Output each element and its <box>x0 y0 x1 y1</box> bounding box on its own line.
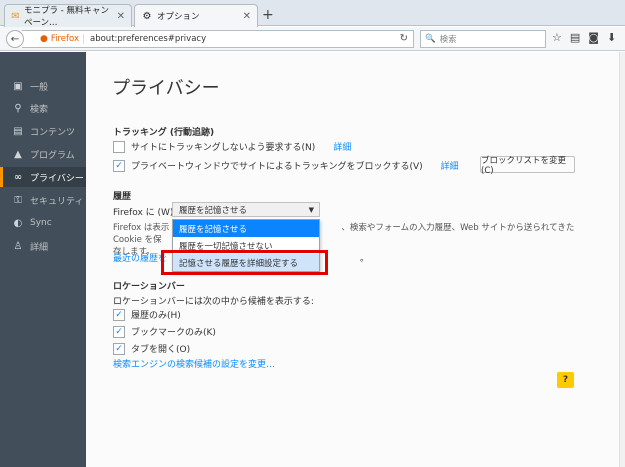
url-text: about:preferences#privacy <box>90 34 207 44</box>
history-option-row: ✓ 履歴のみ(H) <box>113 308 181 321</box>
dnt-row: サイトにトラッキングしないよう要求する(N) 詳細 <box>113 140 351 153</box>
history-option-label[interactable]: 履歴のみ(H) <box>131 308 181 321</box>
search-icon: 🔍 <box>425 34 436 44</box>
sidebar-item-general[interactable]: ▣ 一般 <box>0 76 86 96</box>
bookmarks-option-row: ✓ ブックマークのみ(K) <box>113 325 216 338</box>
sidebar-item-label: プログラム <box>30 150 75 161</box>
search-placeholder: 検索 <box>439 35 457 45</box>
location-bar-heading: ロケーションバー <box>113 282 185 292</box>
tab-monipla[interactable]: ✉ モニプラ - 無料キャンペーン… ✕ <box>4 4 132 28</box>
history-desc-left: Firefox は表示 <box>113 223 170 233</box>
sidebar-item-applications[interactable]: ▲ プログラム <box>0 144 86 164</box>
sync-icon: ◐ <box>13 217 23 229</box>
change-blocklist-button[interactable]: ブロックリストを変更(C) <box>480 156 575 176</box>
open-tabs-option-row: ✓ タブを開く(O) <box>113 342 190 355</box>
reload-icon[interactable]: ↻ <box>400 33 408 44</box>
sidebar-item-label: コンテンツ <box>30 127 76 138</box>
navigation-bar: ● Firefox about:preferences#privacy ↻ ← … <box>0 27 625 51</box>
sidebar-item-label: 検索 <box>30 104 49 115</box>
help-button[interactable]: ? <box>557 372 574 388</box>
open-tabs-checkbox[interactable]: ✓ <box>113 342 125 355</box>
history-heading: 履歴 <box>113 192 132 202</box>
close-icon[interactable]: ✕ <box>243 11 251 22</box>
back-button[interactable]: ← <box>6 30 24 48</box>
bookmark-star-icon[interactable]: ☆ <box>552 31 562 44</box>
dropdown-option-remember[interactable]: 履歴を記憶させる <box>173 220 319 237</box>
sidebar-item-advanced[interactable]: ♙ 詳細 <box>0 236 86 256</box>
pocket-icon[interactable]: ◙ <box>588 31 599 44</box>
preferences-sidebar: ▣ 一般 ⚲ 検索 ▤ コンテンツ ▲ プログラム ∞ プライバシー ⚿ セキュ… <box>0 52 86 467</box>
scrollbar[interactable] <box>619 52 625 467</box>
bookmarks-option-label[interactable]: ブックマークのみ(K) <box>131 325 216 338</box>
tab-title: モニプラ - 無料キャンペーン… <box>23 6 109 28</box>
tab-strip: ✉ モニプラ - 無料キャンペーン… ✕ ⚙ オプション ✕ + <box>0 0 625 28</box>
security-lock-icon: ⚿ <box>14 194 22 206</box>
location-bar-intro: ロケーションバーには次の中から候補を表示する: <box>113 297 314 307</box>
applications-icon: ▲ <box>14 148 22 160</box>
checkmark-icon: ✓ <box>115 343 123 354</box>
tracking-protection-more-link[interactable]: 詳細 <box>441 159 459 172</box>
identity-box[interactable]: ● Firefox <box>40 34 84 44</box>
privacy-mask-icon: ∞ <box>13 171 23 183</box>
tracking-protection-row: ✓ プライベートウィンドウでサイトによるトラッキングをブロックする(V) 詳細 <box>113 159 459 172</box>
gear-icon: ⚙ <box>142 10 152 22</box>
highlight-box <box>161 250 328 275</box>
chevron-down-icon: ▼ <box>308 205 314 214</box>
clear-history-tail: 。 <box>360 254 370 264</box>
dnt-more-link[interactable]: 詳細 <box>333 140 351 153</box>
tracking-protection-label[interactable]: プライベートウィンドウでサイトによるトラッキングをブロックする(V) <box>131 159 423 172</box>
search-bar[interactable]: 🔍 検索 <box>420 30 546 48</box>
advanced-icon: ♙ <box>13 240 23 252</box>
search-icon: ⚲ <box>14 102 22 114</box>
sidebar-item-label: 詳細 <box>30 242 49 253</box>
clear-recent-history-link[interactable]: 最近の履歴を <box>113 251 167 264</box>
dnt-label[interactable]: サイトにトラッキングしないよう要求する(N) <box>131 140 315 153</box>
toolbar-icons: ☆ ▤ ◙ ⬇ ≡ <box>552 31 625 44</box>
new-tab-icon[interactable]: + <box>262 7 274 23</box>
monipla-icon: ✉ <box>11 10 20 22</box>
preferences-main: プライバシー トラッキング (行動追跡) サイトにトラッキングしないよう要求する… <box>86 52 625 467</box>
tab-options[interactable]: ⚙ オプション ✕ <box>134 4 258 27</box>
checkmark-icon: ✓ <box>115 160 123 171</box>
dnt-checkbox[interactable] <box>113 140 125 153</box>
checkmark-icon: ✓ <box>115 326 123 337</box>
page-title: プライバシー <box>112 78 220 99</box>
download-icon[interactable]: ⬇ <box>607 31 616 44</box>
close-icon[interactable]: ✕ <box>117 11 125 22</box>
bookmarks-menu-icon[interactable]: ▤ <box>570 31 580 44</box>
sidebar-item-label: セキュリティ <box>30 196 84 207</box>
sidebar-item-security[interactable]: ⚿ セキュリティ <box>0 190 86 210</box>
open-tabs-option-label[interactable]: タブを開く(O) <box>131 342 190 355</box>
back-arrow-icon: ← <box>10 33 20 45</box>
sidebar-item-privacy[interactable]: ∞ プライバシー <box>0 167 86 187</box>
content-icon: ▤ <box>13 125 23 137</box>
sidebar-item-search[interactable]: ⚲ 検索 <box>0 98 86 118</box>
sidebar-item-sync[interactable]: ◐ Sync <box>0 213 86 233</box>
tracking-heading: トラッキング (行動追跡) <box>113 128 215 138</box>
history-mode-label: Firefox に (W) <box>113 208 174 218</box>
tracking-protection-checkbox[interactable]: ✓ <box>113 159 125 172</box>
sidebar-item-label: 一般 <box>30 82 49 93</box>
sidebar-item-label: プライバシー <box>30 173 84 184</box>
sidebar-item-content[interactable]: ▤ コンテンツ <box>0 121 86 141</box>
identity-label: Firefox <box>50 34 79 44</box>
firefox-icon: ● <box>40 34 48 44</box>
bookmarks-checkbox[interactable]: ✓ <box>113 325 125 338</box>
url-bar[interactable]: ● Firefox about:preferences#privacy ↻ <box>22 30 414 48</box>
sidebar-item-label: Sync <box>30 218 52 228</box>
history-checkbox[interactable]: ✓ <box>113 308 125 321</box>
general-icon: ▣ <box>13 80 23 92</box>
checkmark-icon: ✓ <box>115 309 123 320</box>
tab-title: オプション <box>157 12 200 22</box>
history-mode-select[interactable]: 履歴を記憶させる ▼ <box>172 202 320 217</box>
history-mode-value: 履歴を記憶させる <box>179 205 248 216</box>
search-suggestion-settings-link[interactable]: 検索エンジンの検索候補の設定を変更… <box>113 357 275 370</box>
